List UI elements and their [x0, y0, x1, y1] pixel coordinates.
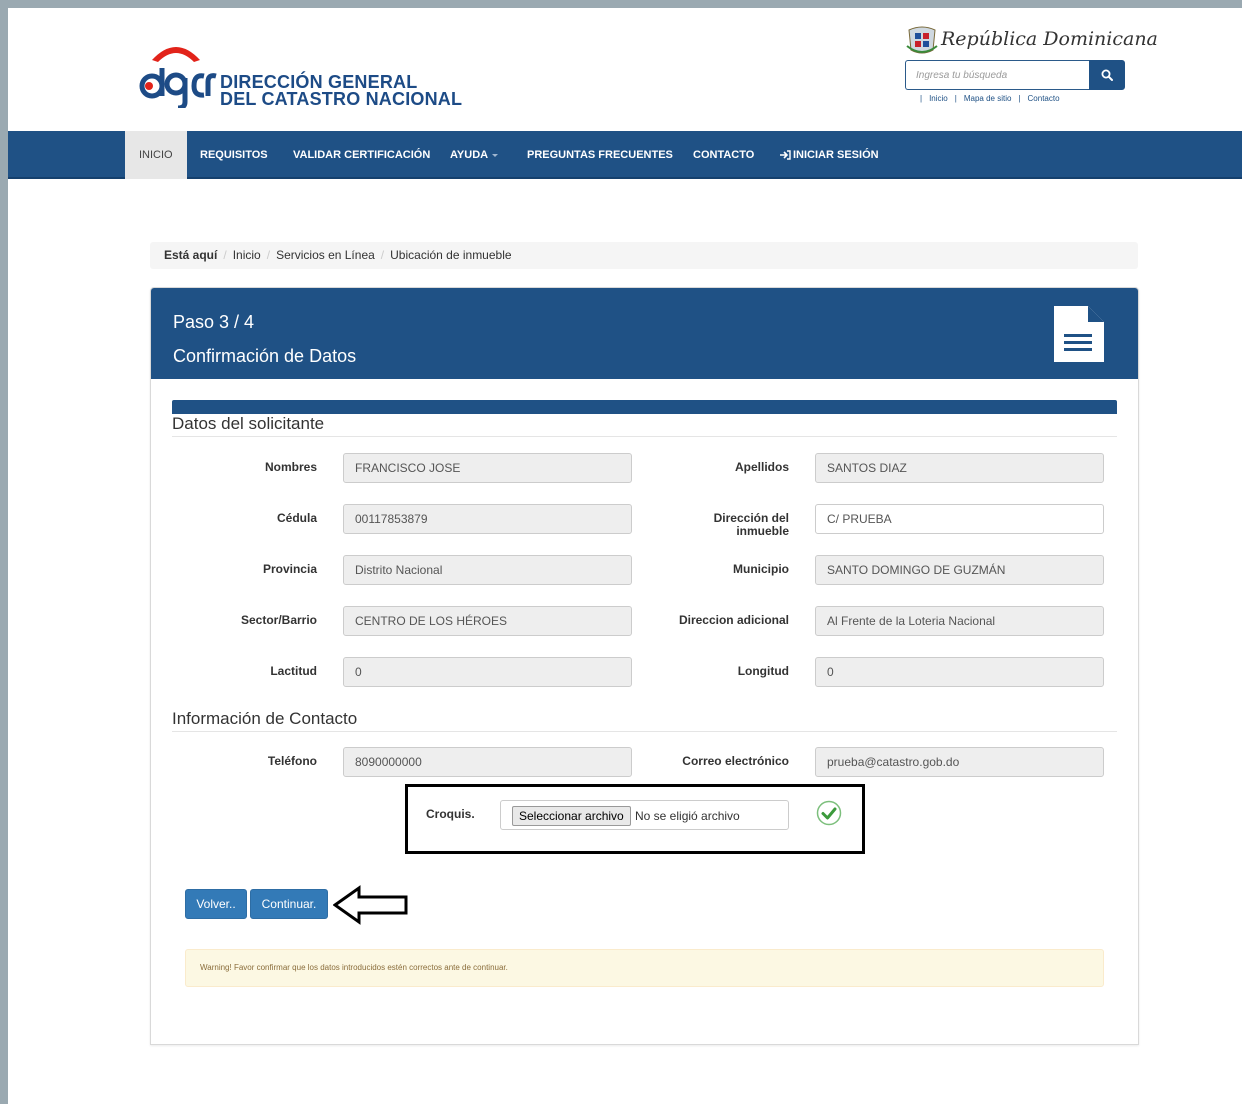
breadcrumb-separator: /	[380, 248, 385, 262]
telefono-field[interactable]: 8090000000	[343, 747, 632, 777]
search-box	[905, 60, 1125, 90]
sector-field[interactable]: CENTRO DE LOS HÉROES	[343, 606, 632, 636]
panel-title: Confirmación de Datos	[173, 346, 357, 366]
top-link-contacto[interactable]: Contacto	[1028, 94, 1060, 103]
correo-label: Correo electrónico	[682, 754, 789, 768]
nav-item-label: AYUDA	[450, 149, 489, 161]
apellidos-field[interactable]: SANTOS DIAZ	[815, 453, 1104, 483]
croquis-label: Croquis.	[426, 807, 475, 821]
lactitud-field[interactable]: 0	[343, 657, 632, 687]
link-separator: |	[1018, 94, 1021, 103]
direccion-field[interactable]: C/ PRUEBA	[815, 504, 1104, 534]
continue-button[interactable]: Continuar.	[250, 889, 328, 919]
cedula-label: Cédula	[276, 511, 317, 525]
cedula-field[interactable]: 00117853879	[343, 504, 632, 534]
nav-item-validar-certificacion[interactable]: VALIDAR CERTIFICACIÓN	[279, 131, 444, 179]
select-file-button[interactable]: Seleccionar archivo	[512, 806, 631, 826]
top-link-inicio[interactable]: Inicio	[929, 94, 948, 103]
lactitud-label: Lactitud	[270, 664, 317, 678]
croquis-file-input[interactable]: Seleccionar archivo No se eligió archivo	[500, 800, 789, 830]
search-input[interactable]	[905, 60, 1090, 90]
nav-item-label: INICIAR SESIÓN	[793, 149, 879, 161]
link-separator: |	[954, 94, 957, 103]
dgcn-logo[interactable]: DIRECCIÓN GENERAL DEL CATASTRO NACIONAL	[138, 38, 468, 113]
search-button[interactable]	[1089, 60, 1125, 90]
breadcrumb-servicios[interactable]: Servicios en Línea	[276, 248, 375, 262]
check-circle-icon	[816, 800, 842, 826]
nombres-field[interactable]: FRANCISCO JOSE	[343, 453, 632, 483]
search-icon	[1101, 69, 1113, 81]
breadcrumb-current: Ubicación de inmueble	[390, 248, 512, 262]
breadcrumb-inicio[interactable]: Inicio	[233, 248, 261, 262]
breadcrumb: Está aquí / Inicio / Servicios en Línea / Ubic…	[150, 242, 1138, 269]
nav-item-label: PREGUNTAS FRECUENTES	[527, 149, 673, 161]
breadcrumb-separator: /	[223, 248, 227, 262]
nav-item-label: CONTACTO	[693, 149, 755, 161]
sector-label: Sector/Barrio	[240, 613, 317, 627]
nav-item-iniciar-sesion[interactable]: INICIAR SESIÓN	[766, 131, 893, 179]
nav-item-label: REQUISITOS	[200, 149, 268, 161]
breadcrumb-here: Está aquí	[164, 248, 218, 262]
file-status: No se eligió archivo	[635, 809, 740, 823]
arrow-left-icon	[333, 885, 408, 925]
link-separator: |	[920, 94, 923, 103]
section-bar	[172, 400, 1117, 414]
croquis-highlight-box: Croquis. Seleccionar archivo No se eligi…	[405, 784, 865, 854]
top-link-mapa-de-sitio[interactable]: Mapa de sitio	[964, 94, 1012, 103]
longitud-field[interactable]: 0	[815, 657, 1104, 687]
direccion-label-line2: inmueble	[736, 524, 789, 538]
back-button[interactable]: Volver..	[185, 889, 247, 919]
nav-item-preguntas-frecuentes[interactable]: PREGUNTAS FRECUENTES	[513, 131, 687, 179]
main-navbar: INICIO REQUISITOS VALIDAR CERTIFICACIÓN …	[8, 131, 1242, 179]
nav-item-contacto[interactable]: CONTACTO	[679, 131, 768, 179]
direccion-label: Dirección del inmueble	[691, 512, 789, 538]
breadcrumb-separator: /	[266, 248, 271, 262]
document-icon	[1054, 305, 1105, 362]
nav-item-inicio[interactable]: INICIO	[125, 131, 187, 179]
panel-header: Paso 3 / 4 Confirmación de Datos	[151, 288, 1138, 379]
telefono-label: Teléfono	[267, 754, 317, 768]
contact-section-title: Información de Contacto	[172, 709, 1117, 732]
nav-item-requisitos[interactable]: REQUISITOS	[186, 131, 282, 179]
nav-item-label: VALIDAR CERTIFICACIÓN	[293, 149, 431, 161]
provincia-label: Provincia	[262, 562, 317, 576]
gov-name: República Dominicana	[941, 28, 1158, 50]
form-panel: Paso 3 / 4 Confirmación de Datos Datos d…	[150, 287, 1139, 1045]
applicant-section-title: Datos del solicitante	[172, 414, 1117, 437]
sign-in-icon	[780, 150, 791, 160]
top-links: | Inicio | Mapa de sitio | Contacto	[913, 94, 1060, 103]
nav-item-ayuda[interactable]: AYUDA	[436, 131, 512, 179]
warning-alert: Warning! Favor confirmar que los datos i…	[185, 949, 1104, 987]
gov-brand[interactable]: República Dominicana	[905, 24, 1158, 58]
step-indicator: Paso 3 / 4	[173, 312, 255, 332]
direccion-adicional-label: Direccion adicional	[678, 613, 789, 627]
apellidos-label: Apellidos	[734, 460, 789, 474]
coat-of-arms-icon	[906, 26, 938, 54]
municipio-label: Municipio	[733, 562, 789, 576]
nombres-label: Nombres	[264, 460, 317, 474]
longitud-label: Longitud	[737, 664, 789, 678]
municipio-field[interactable]: SANTO DOMINGO DE GUZMÁN	[815, 555, 1104, 585]
caret-down-icon	[492, 153, 499, 157]
provincia-field[interactable]: Distrito Nacional	[343, 555, 632, 585]
correo-field[interactable]: prueba@catastro.gob.do	[815, 747, 1104, 777]
nav-item-label: INICIO	[139, 149, 173, 161]
org-name-line2: DEL CATASTRO NACIONAL	[220, 89, 463, 109]
dgcn-logo-icon	[139, 47, 217, 108]
page: DIRECCIÓN GENERAL DEL CATASTRO NACIONAL …	[8, 8, 1242, 1104]
direccion-adicional-field[interactable]: Al Frente de la Loteria Nacional	[815, 606, 1104, 636]
